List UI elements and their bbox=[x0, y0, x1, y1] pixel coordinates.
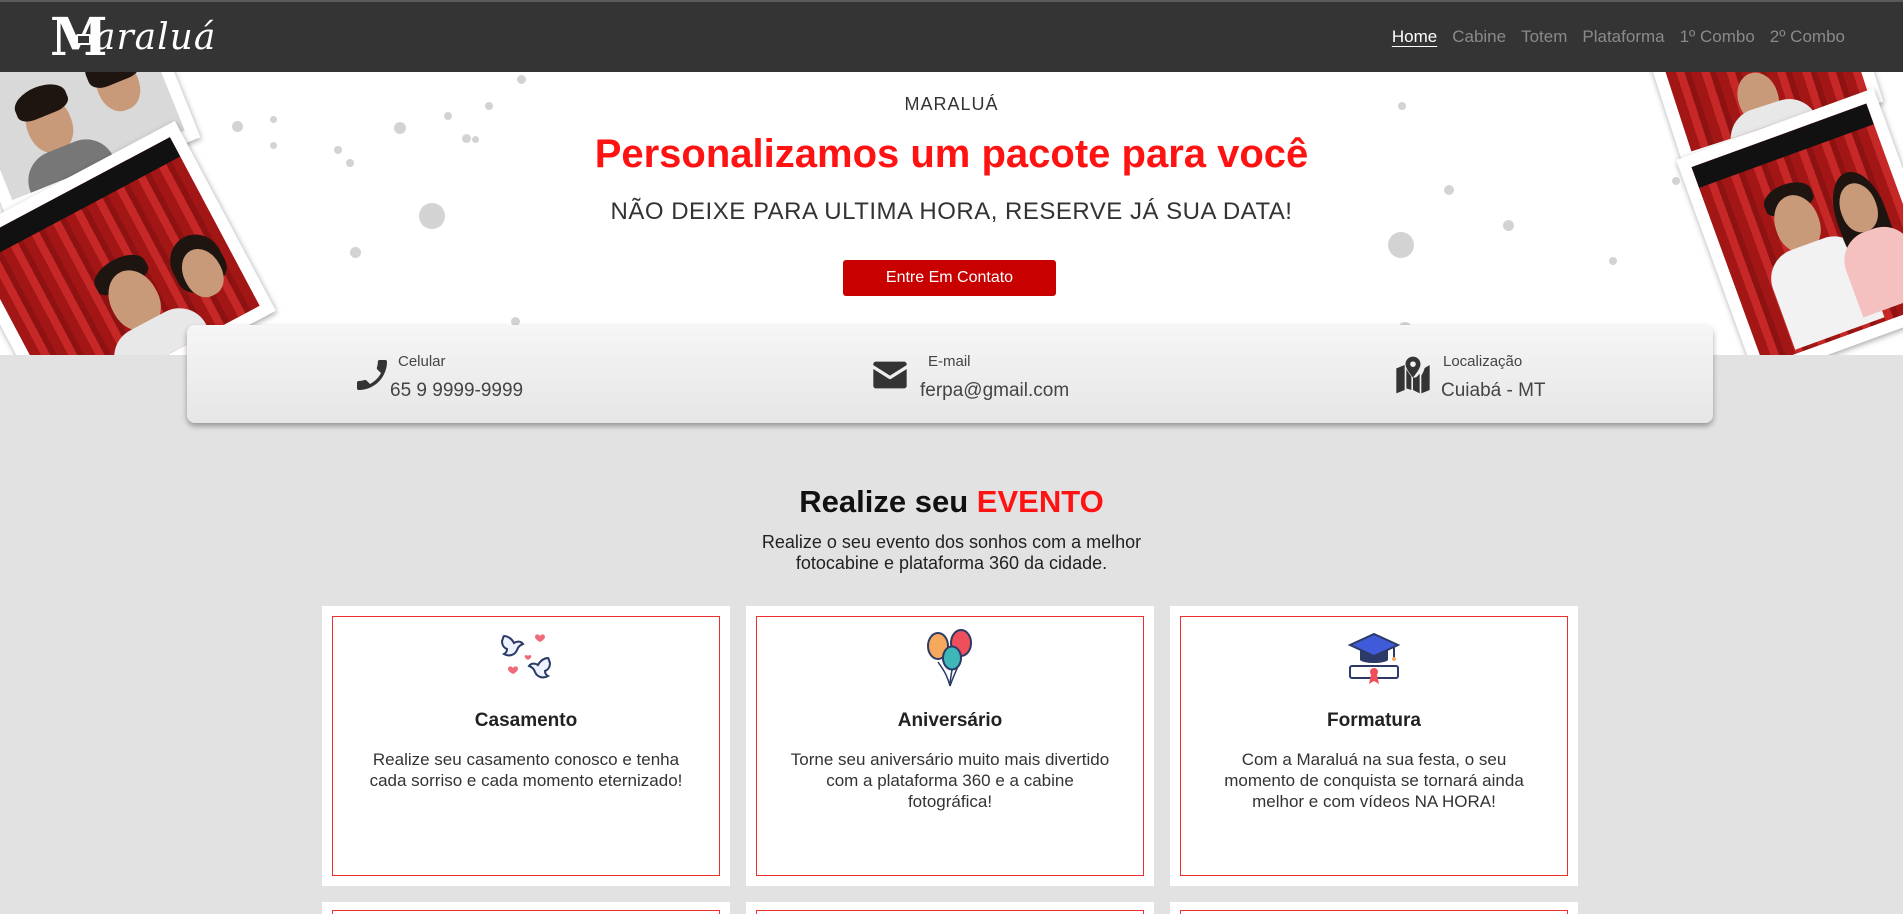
confetti-dot bbox=[232, 121, 243, 132]
balloons-icon bbox=[927, 629, 972, 687]
event-card-title: Aniversário bbox=[897, 710, 1003, 731]
events-description-line-2: fotocabine e plataforma 360 da cidade. bbox=[795, 553, 1108, 573]
events-title: Realize seu EVENTO bbox=[0, 484, 1903, 520]
event-card-aniversario[interactable]: Aniversário Torne seu aniversário muito … bbox=[746, 606, 1154, 886]
navbar: M araluá Home Cabine Totem Plataforma 1º… bbox=[0, 0, 1903, 72]
contact-email-label: E-mail bbox=[928, 353, 971, 370]
confetti-dot bbox=[1388, 232, 1414, 258]
event-card-partial bbox=[322, 902, 730, 914]
hero-title: Personalizamos um pacote para você bbox=[594, 132, 1309, 176]
nav-link-home[interactable]: Home bbox=[1392, 27, 1437, 47]
nav-menu: Home Cabine Totem Plataforma 1º Combo 2º… bbox=[1392, 27, 1845, 47]
event-card-partial bbox=[1170, 902, 1578, 914]
event-card-text: Realize seu casamento conosco e tenha ca… bbox=[369, 750, 683, 790]
contact-button[interactable]: Entre Em Contato bbox=[843, 260, 1056, 296]
envelope-icon bbox=[873, 361, 907, 389]
confetti-dot bbox=[1609, 257, 1617, 265]
nav-link-plataforma[interactable]: Plataforma bbox=[1582, 27, 1664, 47]
hero-subtitle: NÃO DEIXE PARA ULTIMA HORA, RESERVE JÁ S… bbox=[610, 198, 1293, 225]
events-description-line-1: Realize o seu evento dos sonhos com a me… bbox=[761, 532, 1142, 552]
contact-email-value: ferpa@gmail.com bbox=[920, 380, 1070, 401]
nav-link-cabine[interactable]: Cabine bbox=[1452, 27, 1506, 47]
contact-bar: Celular 65 9 9999-9999 E-mail ferpa@gmai… bbox=[187, 325, 1713, 423]
nav-link-totem[interactable]: Totem bbox=[1521, 27, 1567, 47]
event-card-title: Casamento bbox=[474, 710, 578, 731]
event-card-text: Torne seu aniversário muito mais diverti… bbox=[790, 750, 1110, 811]
event-card-casamento[interactable]: Casamento Realize seu casamento conosco … bbox=[322, 606, 730, 886]
confetti-dot bbox=[517, 75, 526, 84]
contact-location-value: Cuiabá - MT bbox=[1441, 380, 1546, 401]
confetti-dot bbox=[1444, 185, 1454, 195]
contact-phone-label: Celular bbox=[398, 353, 446, 370]
events-title-prefix: Realize seu bbox=[799, 484, 969, 519]
event-card-text: Com a Maraluá na sua festa, o seu moment… bbox=[1224, 750, 1524, 811]
events-title-highlight: EVENTO bbox=[976, 484, 1104, 519]
events-description: Realize o seu evento dos sonhos com a me… bbox=[0, 532, 1903, 574]
event-card-formatura[interactable]: Formatura Com a Maraluá na sua festa, o … bbox=[1170, 606, 1578, 886]
map-pin-icon bbox=[1396, 356, 1430, 394]
contact-phone-value: 65 9 9999-9999 bbox=[390, 380, 524, 401]
doves-hearts-icon bbox=[500, 634, 552, 679]
phone-icon bbox=[357, 360, 387, 390]
graduation-cap-icon bbox=[1347, 632, 1401, 684]
confetti-dot bbox=[350, 247, 361, 258]
confetti-dot bbox=[1672, 177, 1680, 185]
nav-link-combo-1[interactable]: 1º Combo bbox=[1680, 27, 1755, 47]
event-card-title: Formatura bbox=[1327, 710, 1421, 731]
hero-brand: MARALUÁ bbox=[904, 94, 999, 114]
contact-location-label: Localização bbox=[1443, 353, 1523, 370]
event-card-partial bbox=[746, 902, 1154, 914]
nav-link-combo-2[interactable]: 2º Combo bbox=[1770, 27, 1845, 47]
logo-text: araluá bbox=[94, 17, 217, 58]
camera-icon bbox=[76, 34, 91, 45]
confetti-dot bbox=[270, 116, 277, 123]
logo[interactable]: M araluá bbox=[50, 10, 215, 68]
hero-banner: MARALUÁ Personalizamos um pacote para vo… bbox=[0, 72, 1903, 355]
